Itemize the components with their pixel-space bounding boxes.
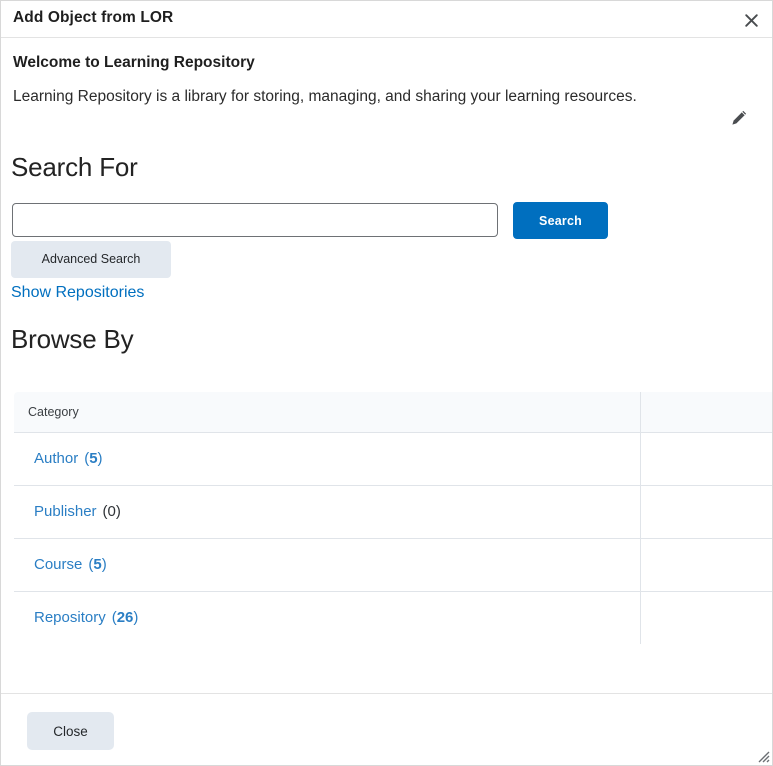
- category-link-publisher[interactable]: Publisher: [34, 503, 97, 520]
- dialog-footer: Close: [1, 693, 772, 765]
- blank-cell: [640, 432, 772, 486]
- dialog-body: Welcome to Learning Repository Learning …: [1, 38, 772, 693]
- category-link-repository[interactable]: Repository: [34, 609, 106, 626]
- count-value: 5: [89, 450, 98, 467]
- count-close-paren: ): [133, 609, 139, 626]
- add-object-from-lor-dialog: Add Object from LOR Welcome to Learning …: [0, 0, 773, 766]
- table-row: Publisher (0): [14, 485, 772, 539]
- browse-by-heading: Browse By: [11, 324, 134, 354]
- category-count-author: (5): [84, 450, 102, 467]
- edit-welcome-button[interactable]: [725, 104, 753, 132]
- welcome-description: Learning Repository is a library for sto…: [13, 88, 637, 105]
- browse-by-table: Category Author (5) Publisher (0) Course…: [13, 391, 772, 645]
- dialog-title: Add Object from LOR: [13, 9, 174, 26]
- count-close-paren: ): [97, 450, 103, 467]
- close-icon-button[interactable]: [738, 7, 764, 33]
- count-close-paren: ): [115, 503, 121, 520]
- category-link-course[interactable]: Course: [34, 556, 82, 573]
- table-row: Author (5): [14, 432, 772, 486]
- search-for-heading: Search For: [11, 152, 138, 182]
- count-value: 26: [116, 609, 134, 626]
- category-cell: Publisher (0): [14, 485, 641, 539]
- table-header-row: Category: [14, 392, 772, 433]
- close-button[interactable]: Close: [27, 712, 114, 750]
- pencil-icon: [730, 109, 748, 127]
- blank-cell: [640, 538, 772, 592]
- category-cell: Author (5): [14, 432, 641, 486]
- show-repositories-link[interactable]: Show Repositories: [11, 284, 144, 302]
- close-icon: [744, 13, 759, 28]
- advanced-search-button[interactable]: Advanced Search: [11, 241, 171, 278]
- table-body: Author (5) Publisher (0) Course (5) Repo…: [14, 432, 772, 644]
- search-button[interactable]: Search: [513, 202, 608, 239]
- count-close-paren: ): [101, 556, 107, 573]
- column-header-blank: [640, 392, 772, 433]
- count-value: 0: [107, 503, 116, 520]
- resize-grip-icon[interactable]: [754, 747, 770, 763]
- category-count-publisher: (0): [103, 503, 121, 520]
- count-value: 5: [93, 556, 102, 573]
- category-count-repository: (26): [112, 609, 139, 626]
- welcome-heading: Welcome to Learning Repository: [13, 54, 255, 71]
- category-cell: Course (5): [14, 538, 641, 592]
- blank-cell: [640, 591, 772, 644]
- category-cell: Repository (26): [14, 591, 641, 644]
- table-row: Course (5): [14, 538, 772, 592]
- category-link-author[interactable]: Author: [34, 450, 78, 467]
- table-row: Repository (26): [14, 591, 772, 644]
- blank-cell: [640, 485, 772, 539]
- dialog-header: Add Object from LOR: [1, 1, 772, 38]
- category-count-course: (5): [88, 556, 106, 573]
- table-head: Category: [14, 392, 772, 433]
- search-input[interactable]: [12, 203, 498, 237]
- column-header-category: Category: [14, 392, 641, 433]
